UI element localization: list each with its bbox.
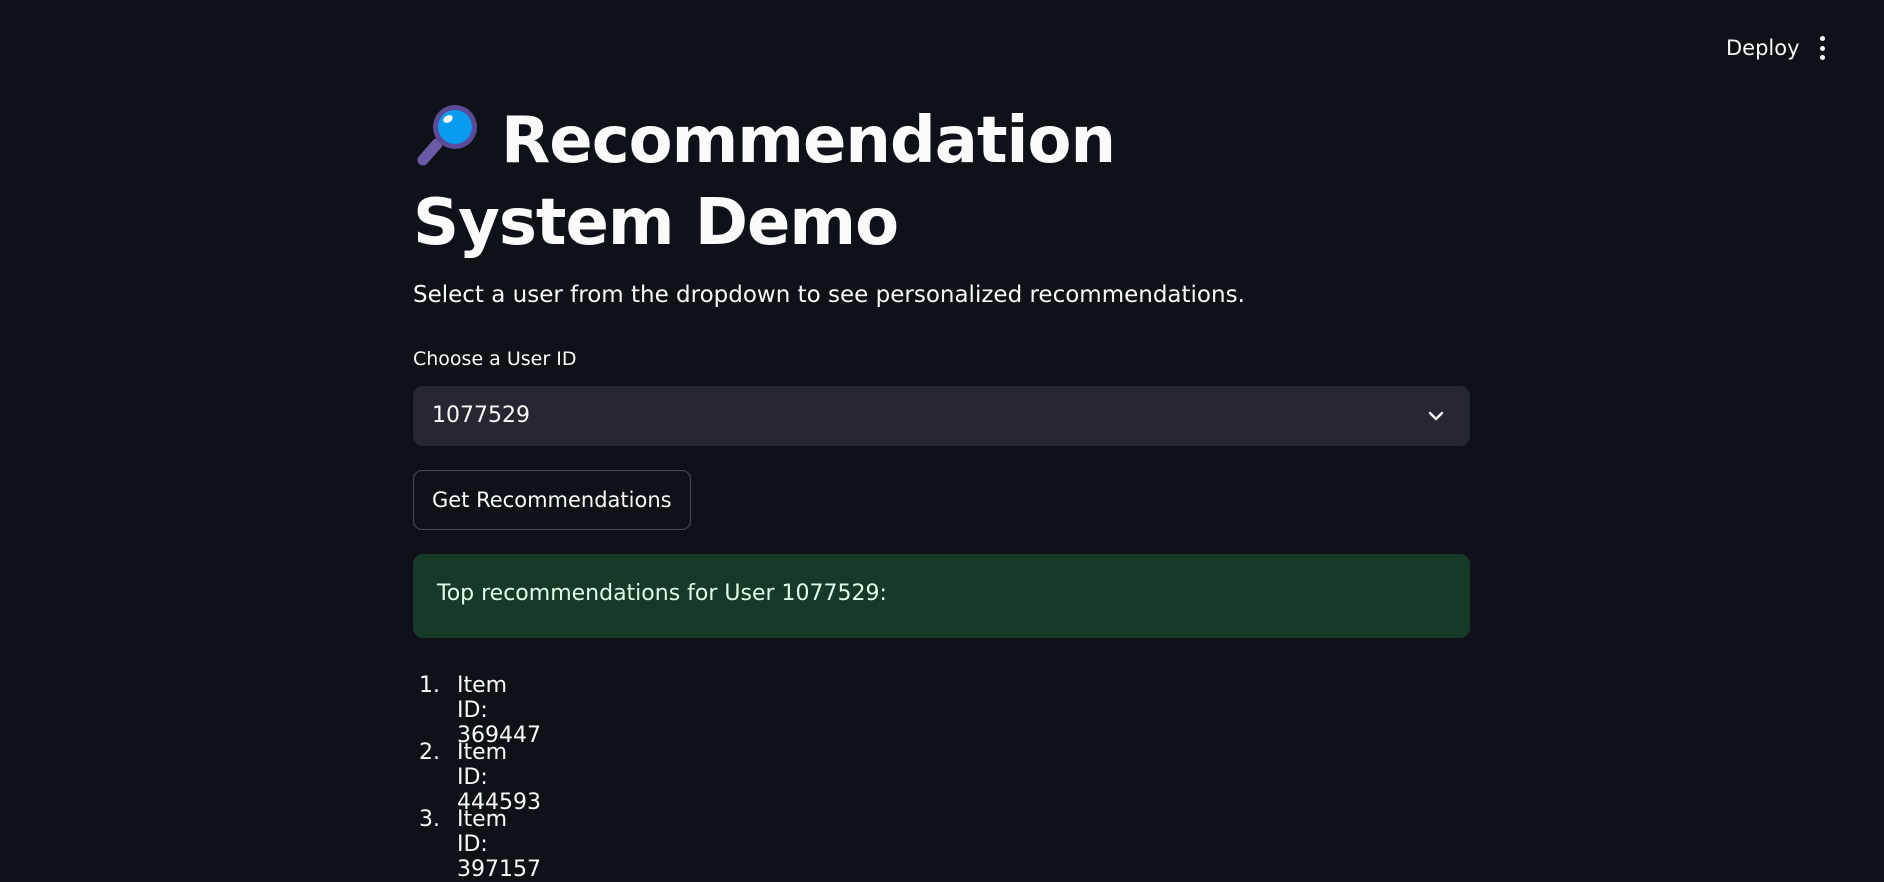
list-item-label: Item ID: 397157 <box>457 807 541 882</box>
intro-text: Select a user from the dropdown to see p… <box>413 282 1245 308</box>
list-item-label: Item ID: 444593 <box>457 740 541 815</box>
more-vertical-icon[interactable] <box>1810 34 1834 62</box>
get-recommendations-button[interactable]: Get Recommendations <box>413 470 691 530</box>
user-id-selected-value: 1077529 <box>432 403 530 428</box>
success-message: Top recommendations for User 1077529: <box>437 581 887 606</box>
deploy-button[interactable]: Deploy <box>1722 30 1804 66</box>
magnifying-glass-icon <box>417 105 477 166</box>
list-item-label: Item ID: 369447 <box>457 673 541 748</box>
chevron-down-icon <box>1428 411 1444 421</box>
success-alert: Top recommendations for User 1077529: <box>413 554 1470 638</box>
list-item-number: 3. <box>419 807 440 832</box>
user-select-label: Choose a User ID <box>413 348 577 370</box>
app-toolbar: Deploy <box>1484 0 1884 96</box>
page-title: Recommendation System Demo <box>413 100 1313 264</box>
list-item-number: 2. <box>419 740 440 765</box>
list-item-number: 1. <box>419 673 440 698</box>
page-title-text: Recommendation System Demo <box>413 104 1116 260</box>
user-id-select[interactable]: 1077529 <box>413 386 1470 446</box>
